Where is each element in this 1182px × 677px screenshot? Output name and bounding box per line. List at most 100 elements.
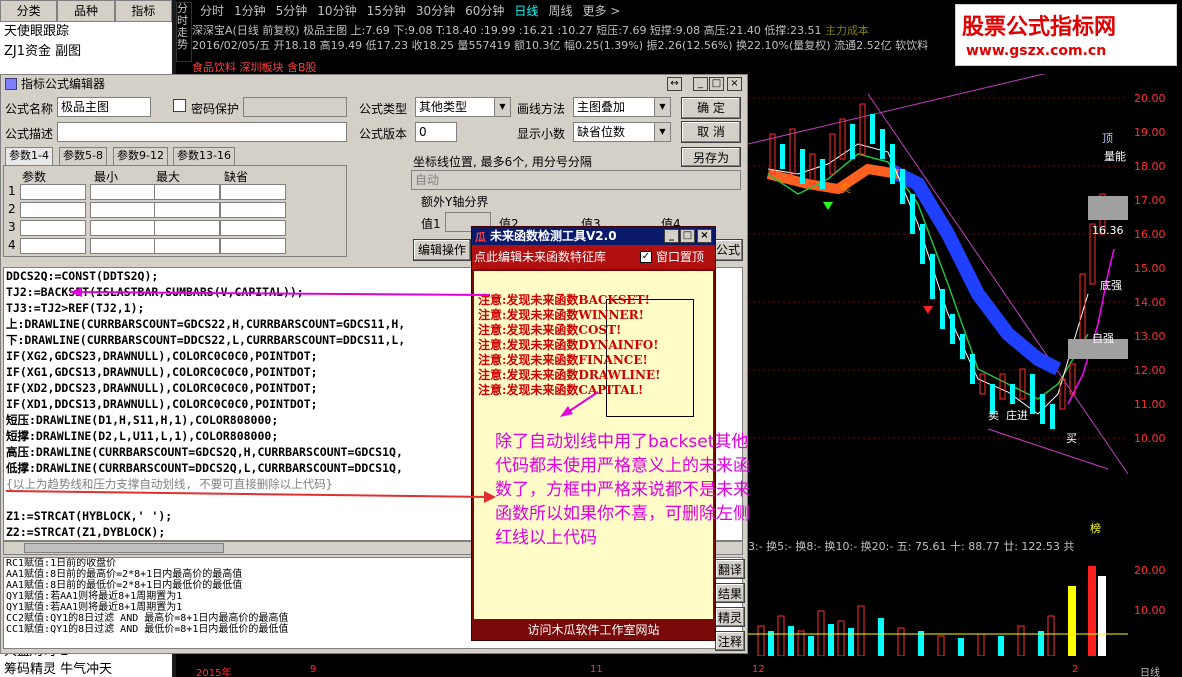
param-cell[interactable] — [220, 238, 286, 254]
param-row-num: 4 — [8, 238, 16, 252]
sell-marker — [923, 306, 933, 314]
formula-type-select[interactable]: 其他类型 ▼ — [415, 97, 511, 117]
period-tab[interactable]: 30分钟 — [412, 2, 459, 19]
param-cell[interactable] — [90, 220, 156, 236]
param-cell[interactable] — [154, 184, 220, 200]
stock-info-line1: 深深宝A(日线 前复权) 极品主图 上:7.69 下:9.08 T:18.40 … — [192, 22, 962, 36]
check-icon[interactable]: ✓ — [640, 251, 652, 263]
period-tab[interactable]: 60分钟 — [461, 2, 508, 19]
comment-button[interactable]: 注释 — [715, 631, 745, 651]
y-tick: 20.00 — [1134, 92, 1166, 105]
period-tab[interactable]: 10分钟 — [313, 2, 360, 19]
param-cell[interactable] — [220, 202, 286, 218]
param-cell[interactable] — [154, 202, 220, 218]
param-cell[interactable] — [20, 184, 86, 200]
candlestick-chart: 卖 卖 庄进 买 16.36 顶 量能 底强 自强 榜 — [748, 74, 1128, 535]
chart-label-zhuangjin: 庄进 — [1006, 408, 1028, 422]
ok-button[interactable]: 确 定 — [681, 97, 741, 119]
wizard-button[interactable]: 精灵 — [715, 607, 745, 627]
y-tick: 10.00 — [1134, 604, 1166, 617]
period-tab[interactable]: 15分钟 — [363, 2, 410, 19]
param-cell[interactable] — [20, 202, 86, 218]
password-checkbox[interactable] — [173, 99, 186, 112]
window-top-label: 窗口置顶 — [656, 250, 705, 264]
vertical-tab-label[interactable]: 分时走势 — [176, 2, 192, 62]
version-input[interactable]: 0 — [415, 122, 457, 142]
edit-ops-button[interactable]: 编辑操作 — [413, 239, 471, 261]
tab-params-13-16[interactable]: 参数13-16 — [173, 147, 235, 165]
period-tab[interactable]: 更多 > — [578, 2, 624, 19]
close-icon[interactable]: × — [727, 77, 742, 91]
volume-chart — [748, 566, 1128, 656]
coord-input[interactable]: 自动 — [411, 170, 741, 190]
minimize-icon[interactable]: _ — [664, 229, 679, 243]
period-tab-active[interactable]: 日线 — [510, 2, 542, 19]
watermark-logo: 股票公式指标网 www.gszx.com.cn — [955, 4, 1177, 66]
param-cell[interactable] — [220, 184, 286, 200]
chevron-down-icon: ▼ — [654, 123, 670, 141]
period-tab[interactable]: 分时 — [196, 2, 228, 19]
tab-category[interactable]: 分类 — [0, 0, 58, 22]
close-icon[interactable]: × — [697, 229, 712, 243]
price-box — [1088, 196, 1128, 220]
scroll-thumb[interactable] — [24, 543, 224, 553]
param-cell[interactable] — [90, 184, 156, 200]
minimize-icon[interactable]: _ — [693, 77, 708, 91]
list-item[interactable]: 天使眼跟踪 — [0, 22, 172, 42]
popup-title: 未来函数检测工具V2.0 — [490, 229, 617, 243]
saveas-button[interactable]: 另存为 — [681, 147, 741, 167]
warning-line: 注意:发现未来函数CAPITAL! — [478, 383, 644, 397]
param-cell[interactable] — [20, 238, 86, 254]
translate-button[interactable]: 翻译 — [715, 559, 745, 579]
y-tick: 12.00 — [1134, 364, 1166, 377]
formula-name-input[interactable]: 极品主图 — [57, 97, 151, 117]
draw-method-select[interactable]: 主图叠加 ▼ — [573, 97, 671, 117]
chart-label: 量能 — [1104, 149, 1126, 163]
tab-params-5-8[interactable]: 参数5-8 — [59, 147, 107, 165]
popup-titlebar[interactable]: 瓜 未来函数检测工具V2.0 _ □ × — [472, 227, 715, 245]
y-tick: 10.00 — [1134, 432, 1166, 445]
visit-website-link[interactable]: 访问木瓜软件工作室网站 — [472, 619, 715, 641]
list-item[interactable]: 筹码精灵 牛气冲天 — [0, 660, 112, 677]
decimals-value: 缺省位数 — [577, 125, 626, 139]
time-tick: 11 — [590, 664, 603, 675]
result-button[interactable]: 结果 — [715, 583, 745, 603]
watermark-url: www.gszx.com.cn — [966, 43, 1107, 59]
time-tick: 9 — [310, 664, 317, 675]
candles — [769, 103, 1106, 429]
dialog-titlebar[interactable]: 指标公式编辑器 ↔ _ □ × — [1, 75, 747, 93]
param-row-num: 2 — [8, 202, 16, 216]
param-header: 缺省 — [224, 170, 249, 184]
tab-indicator[interactable]: 指标 — [114, 0, 172, 22]
period-tab[interactable]: 5分钟 — [272, 2, 312, 19]
coord-label: 坐标线位置, 最多6个, 用分号分隔 — [413, 155, 592, 169]
param-cell[interactable] — [220, 220, 286, 236]
tab-variety[interactable]: 品种 — [57, 0, 115, 22]
decimals-select[interactable]: 缺省位数 ▼ — [573, 122, 671, 142]
cancel-button[interactable]: 取 消 — [681, 121, 741, 143]
maximize-icon[interactable]: □ — [680, 229, 695, 243]
edit-library-link[interactable]: 点此编辑未来函数特征库 — [474, 250, 606, 264]
param-cell[interactable] — [20, 220, 86, 236]
list-item[interactable]: ZJ1资金 副图 — [0, 42, 172, 62]
formula-button[interactable]: 公式 — [713, 239, 743, 261]
tab-params-9-12[interactable]: 参数9-12 — [113, 147, 168, 165]
password-input[interactable] — [243, 97, 347, 117]
decimals-label: 显示小数 — [517, 127, 566, 141]
period-tab[interactable]: 1分钟 — [230, 2, 270, 19]
extra-y-label: 额外Y轴分界 — [421, 195, 489, 209]
main-cost-label: 主力成本 — [825, 24, 870, 36]
param-cell[interactable] — [154, 220, 220, 236]
resize-icon[interactable]: ↔ — [667, 77, 682, 91]
param-cell[interactable] — [90, 238, 156, 254]
chart-label-sell: 卖 — [840, 182, 851, 195]
tab-params-1-4[interactable]: 参数1-4 — [5, 147, 53, 165]
formula-type-value: 其他类型 — [419, 100, 468, 114]
indicator-values: 3:- 换5:- 换8:- 换10:- 换20:- 五: 75.61 十: 88… — [748, 540, 1075, 553]
formula-desc-input[interactable] — [57, 122, 347, 142]
period-tab[interactable]: 周线 — [544, 2, 576, 19]
maximize-icon[interactable]: □ — [709, 77, 724, 91]
param-cell[interactable] — [154, 238, 220, 254]
annotation-note: 除了自动划线中用了backset其他代码都未使用严格意义上的未来函数了，方框中严… — [495, 432, 750, 548]
param-cell[interactable] — [90, 202, 156, 218]
